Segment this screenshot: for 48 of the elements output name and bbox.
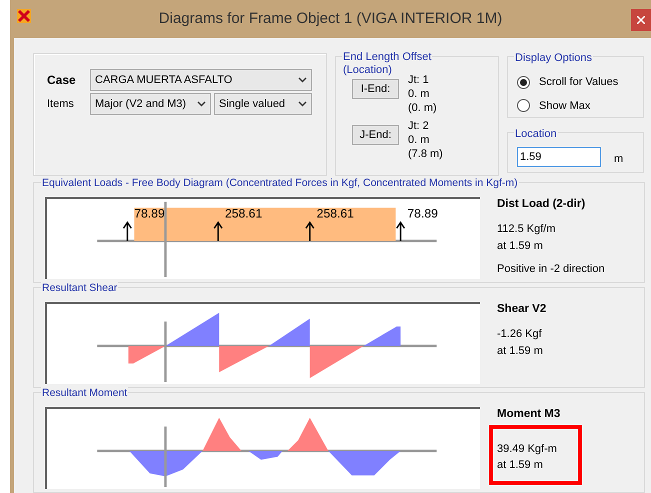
chevron-icon [298,101,307,107]
group-title: Display Options [514,50,594,66]
chevron-icon [197,101,206,107]
mode-dropdown[interactable]: Single valued [214,93,312,115]
end-button[interactable]: I-End: [352,79,399,99]
radio-option[interactable]: Scroll for Values [517,74,643,90]
force-arrow [214,221,223,242]
value-text: at 1.59 m [497,240,544,253]
chevron-icon [298,77,307,83]
location-value: (7.8 m) [408,147,443,161]
force-arrow [305,221,314,242]
group-subtitle: (Location) [343,64,393,77]
force-value: 78.89 [407,206,438,221]
moment-area [248,450,283,460]
case-dropdown[interactable]: CARGA MUERTA ASFALTO [90,69,312,91]
group-title: End Length Offset [343,51,432,64]
value-heading: Moment M3 [497,408,562,421]
force-arrow [122,221,132,242]
value-text: -1.26 Kgf [497,328,543,341]
force-value: 258.61 [316,206,354,221]
items-dropdown[interactable]: Major (V2 and M3) [90,93,211,115]
force-value: 78.89 [134,206,165,221]
unit-label: m [614,152,624,167]
value-text: at 1.59 m [497,345,544,358]
items-label: Items [47,96,75,112]
location-value: (0. m) [408,101,437,115]
joint-label: Jt: 1 [408,73,430,87]
force-value: 258.61 [224,206,262,221]
value-text: 39.49 Kgf-m [497,443,558,456]
value-text: 112.5 Kgf/m [497,223,556,236]
close-button[interactable] [631,9,651,31]
value-heading: Dist Load (2-dir) [497,198,586,211]
offset-value: 0. m [408,133,430,147]
shear-area [219,346,269,372]
shear-area [268,318,310,346]
location-field[interactable]: 1.59 [517,147,601,168]
window-title: Diagrams for Frame Object 1 (VIGA INTERIOR 1M) [158,8,502,29]
value-heading: Shear V2 [497,303,546,316]
joint-label: Jt: 2 [408,119,430,133]
radio-option[interactable]: Show Max [517,98,643,114]
value-text: Positive in -2 direction [497,263,605,276]
force-arrow [396,221,406,242]
app-icon [17,9,31,23]
offset-value: 0. m [408,87,430,101]
close-icon [637,16,645,24]
end-button[interactable]: J-End: [352,125,399,145]
value-text: at 1.59 m [497,459,544,472]
case-label: Case [47,72,77,89]
